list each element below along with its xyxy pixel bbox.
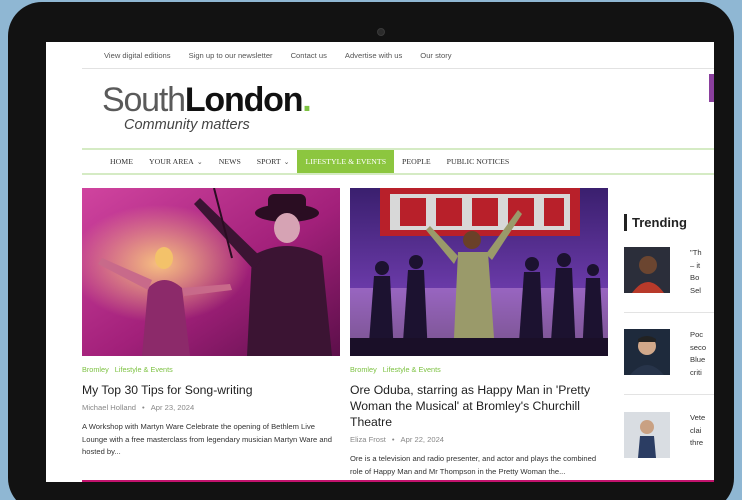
trending-sidebar: Trending "Th – it Bo Sel Poc seco Blue c… [624, 214, 714, 458]
utility-link-contact[interactable]: Contact us [291, 51, 327, 60]
nav-lifestyle-events[interactable]: LIFESTYLE & EVENTS [297, 150, 395, 173]
trending-thumbnail[interactable] [624, 412, 670, 458]
nav-people[interactable]: PEOPLE [394, 150, 439, 173]
site-logo[interactable]: SouthLondon. Community matters [102, 81, 312, 133]
nav-label: HOME [110, 157, 133, 166]
logo-london: London [184, 81, 304, 119]
utility-link-advertise[interactable]: Advertise with us [345, 51, 402, 60]
article-author[interactable]: Michael Holland [82, 403, 136, 412]
article-image-musical[interactable] [350, 188, 608, 356]
trending-text[interactable]: Poc seco Blue criti [690, 329, 714, 379]
nav-label: YOUR AREA [148, 157, 194, 166]
utility-link-newsletter[interactable]: Sign up to our newsletter [189, 51, 273, 60]
article-date: Apr 23, 2024 [150, 403, 195, 412]
camera-icon [377, 28, 385, 36]
trending-item[interactable]: Vete clai thre [624, 412, 714, 462]
trending-thumbnail[interactable] [624, 329, 670, 375]
meta-separator: • [391, 435, 395, 444]
nav-label: PEOPLE [402, 157, 431, 166]
nav-your-area[interactable]: YOUR AREA ⌄ [141, 150, 211, 173]
scroll-indicator[interactable] [709, 74, 714, 102]
divider [624, 312, 714, 313]
utility-link-our-story[interactable]: Our story [420, 51, 451, 60]
utility-link-digital-editions[interactable]: View digital editions [104, 51, 171, 60]
article-card: Bromley Lifestyle & Events Ore Oduba, st… [350, 188, 608, 478]
article-card: Bromley Lifestyle & Events My Top 30 Tip… [82, 188, 340, 459]
trending-item[interactable]: "Th – it Bo Sel [624, 247, 714, 297]
nav-public-notices[interactable]: PUBLIC NOTICES [439, 150, 518, 173]
brand-accent-bar [82, 480, 714, 482]
trending-heading: Trending [624, 214, 714, 231]
nav-label: SPORT [256, 157, 281, 166]
nav-label: PUBLIC NOTICES [446, 157, 510, 166]
nav-news[interactable]: NEWS [211, 150, 249, 173]
category-link[interactable]: Lifestyle & Events [383, 365, 441, 374]
trending-thumbnail[interactable] [624, 247, 670, 293]
browser-viewport: View digital editions Sign up to our new… [46, 42, 714, 482]
meta-separator: • [142, 403, 145, 412]
article-date: Apr 22, 2024 [400, 435, 445, 444]
article-categories: Bromley Lifestyle & Events [350, 365, 608, 374]
category-link[interactable]: Bromley [350, 365, 377, 374]
article-image-singer[interactable] [82, 188, 340, 356]
article-meta: Eliza Frost • Apr 22, 2024 [350, 435, 608, 444]
logo-tagline: Community matters [124, 117, 250, 133]
trending-text[interactable]: Vete clai thre [690, 412, 714, 450]
article-meta: Michael Holland • Apr 23, 2024 [82, 403, 340, 412]
trending-item[interactable]: Poc seco Blue criti [624, 329, 714, 379]
trending-text[interactable]: "Th – it Bo Sel [690, 247, 714, 297]
chevron-down-icon: ⌄ [283, 157, 290, 166]
main-nav: HOME YOUR AREA ⌄ NEWS SPORT ⌄ LIFESTYLE & … [82, 148, 714, 175]
utility-nav: View digital editions Sign up to our new… [82, 42, 714, 69]
divider [624, 394, 714, 395]
article-headline[interactable]: Ore Oduba, starring as Happy Man in 'Pre… [350, 382, 608, 430]
article-headline[interactable]: My Top 30 Tips for Song-writing [82, 382, 340, 398]
category-link[interactable]: Bromley [82, 365, 109, 374]
chevron-down-icon: ⌄ [196, 157, 203, 166]
nav-sport[interactable]: SPORT ⌄ [249, 150, 298, 173]
nav-label: NEWS [218, 157, 241, 166]
article-categories: Bromley Lifestyle & Events [82, 365, 340, 374]
logo-south: South [102, 81, 186, 119]
nav-home[interactable]: HOME [102, 150, 141, 173]
article-excerpt: A Workshop with Martyn Ware Celebrate th… [82, 422, 333, 456]
article-author[interactable]: Eliza Frost [350, 435, 386, 444]
tablet-frame: View digital editions Sign up to our new… [8, 2, 734, 500]
article-excerpt: Ore is a television and radio presenter,… [350, 454, 597, 476]
category-link[interactable]: Lifestyle & Events [115, 365, 173, 374]
logo-dot: . [302, 81, 311, 119]
nav-label: LIFESTYLE & EVENTS [305, 157, 387, 166]
